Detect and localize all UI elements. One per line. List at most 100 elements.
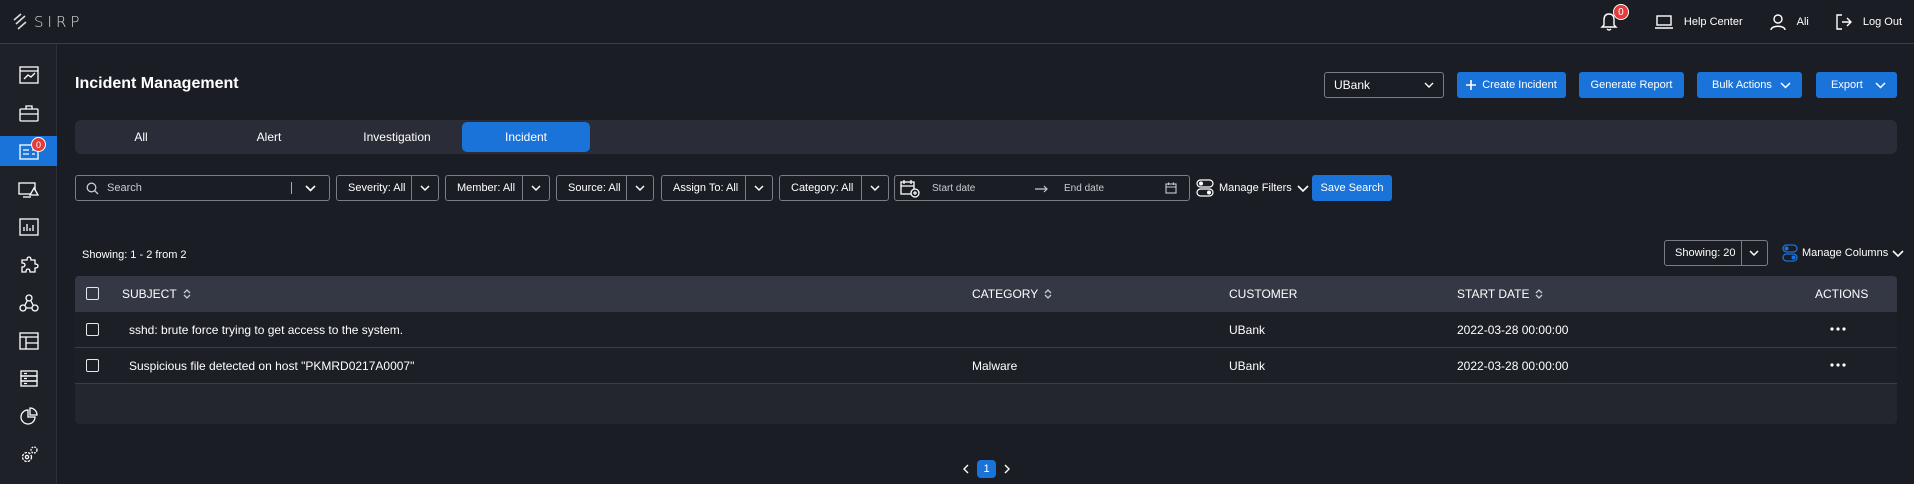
chevron-down-icon — [870, 185, 880, 192]
sort-icon — [183, 289, 191, 299]
sidebar-item-cases[interactable] — [0, 98, 57, 128]
row-checkbox[interactable] — [86, 323, 99, 336]
logo-text: SIRP — [34, 13, 84, 31]
column-actions: ACTIONS — [1815, 287, 1868, 301]
chevron-down-icon — [754, 185, 764, 192]
bulk-actions-button[interactable]: Bulk Actions — [1697, 72, 1802, 98]
member-filter[interactable]: Member: All — [445, 175, 550, 201]
export-button[interactable]: Export — [1816, 72, 1897, 98]
manage-filters-button[interactable]: Manage Filters — [1196, 175, 1309, 201]
tab-incident[interactable]: Incident — [462, 122, 590, 152]
manage-columns-button[interactable]: Manage Columns — [1782, 244, 1904, 262]
calendar-add-icon — [900, 180, 920, 198]
arrow-right-icon — [1035, 185, 1048, 193]
table-row[interactable]: sshd: brute force trying to get access t… — [75, 312, 1897, 348]
dashboard-icon — [18, 66, 39, 84]
sidebar-item-integrations[interactable] — [0, 250, 57, 280]
member-filter-label: Member: All — [457, 182, 516, 194]
tab-investigation-label: Investigation — [363, 130, 431, 144]
save-search-button[interactable]: Save Search — [1312, 175, 1392, 201]
create-incident-button[interactable]: Create Incident — [1457, 72, 1566, 98]
select-all-checkbox[interactable] — [86, 287, 99, 300]
sidebar-item-dashboard[interactable] — [0, 60, 57, 90]
generate-report-label: Generate Report — [1590, 79, 1673, 91]
category-filter-label: Category: All — [791, 182, 854, 194]
sidebar-item-settings[interactable] — [0, 440, 57, 470]
row-customer: UBank — [1229, 323, 1266, 337]
notifications-button[interactable]: 0 — [1598, 4, 1629, 33]
more-actions-icon[interactable] — [1830, 321, 1846, 337]
sidebar-item-network[interactable] — [0, 288, 57, 318]
search-icon — [86, 182, 99, 194]
row-checkbox[interactable] — [86, 359, 99, 372]
user-icon — [1769, 14, 1786, 31]
assign-to-filter[interactable]: Assign To: All — [661, 175, 773, 201]
chevron-down-icon — [1749, 250, 1759, 257]
manage-columns-label: Manage Columns — [1802, 247, 1889, 259]
sidebar-item-reports[interactable] — [0, 212, 57, 242]
plus-icon — [1466, 80, 1477, 90]
column-start-date[interactable]: START DATE — [1457, 287, 1543, 301]
pie-chart-icon — [19, 407, 38, 425]
generate-report-button[interactable]: Generate Report — [1579, 72, 1684, 98]
more-actions-icon[interactable] — [1830, 357, 1846, 373]
results-count: Showing: 1 - 2 from 2 — [82, 249, 187, 261]
page-number-current[interactable]: 1 — [977, 460, 996, 478]
help-center-link[interactable]: Help Center — [1654, 14, 1743, 30]
search-placeholder: Search — [107, 182, 142, 194]
column-actions-label: ACTIONS — [1815, 287, 1869, 301]
page-size-select[interactable]: Showing: 20 — [1664, 240, 1768, 266]
sidebar-item-analytics[interactable] — [0, 402, 57, 432]
column-category[interactable]: CATEGORY — [972, 287, 1052, 301]
incidents-table: SUBJECT CATEGORY CUSTOMER START DATE ACT… — [75, 276, 1897, 424]
export-label: Export — [1831, 79, 1863, 91]
row-subject[interactable]: Suspicious file detected on host "PKMRD0… — [129, 359, 414, 373]
pagination: 1 — [962, 460, 1011, 478]
tab-investigation[interactable]: Investigation — [333, 122, 461, 152]
board-icon — [18, 332, 39, 350]
chevron-down-icon — [420, 185, 430, 192]
search-input[interactable]: Search — [75, 175, 330, 201]
chevron-down-icon — [635, 185, 645, 192]
end-date-input[interactable]: End date — [1064, 183, 1104, 194]
customer-select[interactable]: UBank — [1324, 72, 1444, 98]
row-start-date: 2022-03-28 00:00:00 — [1457, 323, 1569, 337]
sirp-logo-icon — [13, 13, 27, 30]
page-size-value: Showing: 20 — [1675, 247, 1736, 259]
category-filter[interactable]: Category: All — [779, 175, 889, 201]
sidebar-item-board[interactable] — [0, 326, 57, 356]
chevron-left-icon[interactable] — [962, 464, 970, 474]
severity-filter-label: Severity: All — [348, 182, 406, 194]
start-date-input[interactable]: Start date — [932, 183, 975, 194]
severity-filter[interactable]: Severity: All — [336, 175, 439, 201]
sort-icon — [1536, 289, 1543, 299]
network-icon — [18, 294, 39, 312]
chevron-right-icon[interactable] — [1003, 464, 1011, 474]
table-row[interactable]: Suspicious file detected on host "PKMRD0… — [75, 348, 1897, 384]
tab-alert-label: Alert — [256, 130, 282, 144]
logout-button[interactable]: Log Out — [1835, 13, 1902, 31]
sirp-logo[interactable]: SIRP — [12, 12, 83, 32]
chevron-down-icon — [1780, 82, 1791, 89]
user-menu[interactable]: Ali — [1769, 13, 1809, 31]
row-subject[interactable]: sshd: brute force trying to get access t… — [129, 323, 403, 337]
toggle-columns-icon — [1782, 244, 1798, 262]
tab-alert[interactable]: Alert — [205, 122, 333, 152]
column-subject[interactable]: SUBJECT — [122, 287, 191, 301]
sidebar-incident-badge: 0 — [31, 137, 46, 152]
date-range-picker[interactable]: Start date End date — [894, 175, 1190, 201]
sidebar-item-incident-management[interactable]: 0 — [0, 136, 57, 166]
sidebar: 0 — [0, 44, 57, 484]
row-start-date: 2022-03-28 00:00:00 — [1457, 359, 1569, 373]
sort-icon — [1044, 289, 1052, 299]
sidebar-item-threat-intel[interactable] — [0, 174, 57, 204]
source-filter[interactable]: Source: All — [556, 175, 654, 201]
tab-all[interactable]: All — [77, 122, 205, 152]
chevron-down-icon — [1875, 82, 1886, 89]
tab-incident-label: Incident — [504, 130, 548, 144]
column-subject-label: SUBJECT — [122, 287, 177, 301]
briefcase-icon — [18, 105, 39, 122]
sidebar-item-database[interactable] — [0, 364, 57, 394]
puzzle-integrations-icon — [20, 256, 39, 273]
column-start-date-label: START DATE — [1457, 287, 1530, 301]
